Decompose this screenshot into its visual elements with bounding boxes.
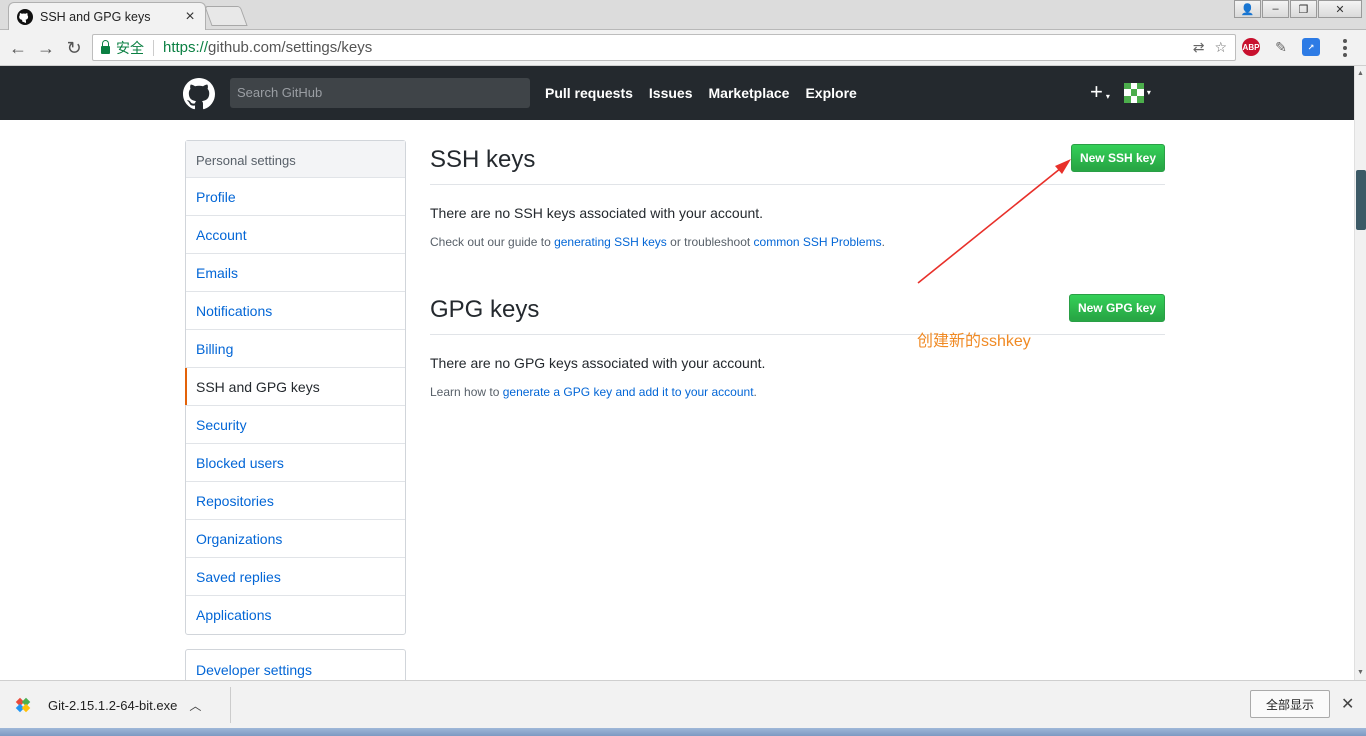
sidebar-item-repositories[interactable]: Repositories [186, 482, 405, 520]
reload-icon[interactable]: ↻ [63, 37, 85, 59]
download-filename: Git-2.15.1.2-64-bit.exe [48, 697, 178, 713]
sidebar-item-notifications[interactable]: Notifications [186, 292, 405, 330]
create-new-dropdown[interactable]: + ▾ [1090, 81, 1110, 104]
sidebar-item-saved-replies[interactable]: Saved replies [186, 558, 405, 596]
github-search-input[interactable]: Search GitHub [230, 78, 530, 108]
nav-pull-requests[interactable]: Pull requests [545, 85, 633, 101]
browser-tab-title: SSH and GPG keys [40, 9, 151, 24]
new-tab-button[interactable] [204, 6, 248, 26]
github-header-actions: + ▾ ▾ [1090, 81, 1151, 104]
sidebar-item-billing[interactable]: Billing [186, 330, 405, 368]
gpg-keys-title: GPG keys [430, 296, 540, 323]
extension-icon[interactable]: ✎ [1272, 38, 1290, 56]
scrollbar-thumb[interactable] [1356, 170, 1366, 230]
user-menu-dropdown[interactable]: ▾ [1123, 82, 1151, 103]
translate-icon[interactable]: ⇄ [1193, 39, 1205, 56]
show-all-downloads-button[interactable]: 全部显示 [1250, 690, 1330, 718]
ssh-note-middle: or troubleshoot [666, 235, 754, 249]
back-arrow-icon[interactable]: ← [7, 37, 29, 59]
address-separator [153, 39, 154, 56]
secure-label: 安全 [116, 39, 144, 56]
close-download-bar-icon[interactable]: ✕ [1341, 694, 1354, 714]
ssh-help-note: Check out our guide to generating SSH ke… [430, 235, 885, 249]
ssh-divider [430, 184, 1165, 185]
scroll-down-icon[interactable]: ▼ [1357, 669, 1364, 676]
extension-icons: ABP ✎ ↗ [1242, 38, 1320, 56]
page-scrollbar[interactable]: ▲ ▼ [1354, 66, 1366, 680]
browser-tab[interactable]: SSH and GPG keys × [8, 2, 206, 30]
url-scheme: https:// [163, 39, 209, 56]
github-logo-icon[interactable] [183, 78, 215, 110]
browser-toolbar: ← → ↻ 安全 https:// github.com/settings/ke… [0, 30, 1366, 66]
github-header: Search GitHub Pull requests Issues Marke… [0, 66, 1354, 120]
ssh-keys-title: SSH keys [430, 146, 536, 173]
sidebar-header: Personal settings [186, 141, 405, 178]
address-bar[interactable]: 安全 https:// github.com/settings/keys ⇄ ☆ [92, 34, 1236, 61]
annotation-label: 创建新的sshkey [917, 333, 1031, 350]
forward-arrow-icon[interactable]: → [35, 37, 57, 59]
download-divider [230, 687, 231, 723]
gpg-help-note: Learn how to generate a GPG key and add … [430, 385, 757, 399]
bookmark-star-icon[interactable]: ☆ [1214, 39, 1227, 56]
nav-explore[interactable]: Explore [805, 85, 856, 101]
sidebar-item-security[interactable]: Security [186, 406, 405, 444]
lock-icon [101, 39, 110, 54]
gpg-divider [430, 334, 1165, 335]
gpg-note-suffix: . [753, 385, 757, 399]
restore-button[interactable]: ❐ [1290, 0, 1317, 18]
chevron-down-icon: ▾ [1105, 92, 1110, 101]
new-gpg-key-button[interactable]: New GPG key [1069, 294, 1165, 322]
scroll-up-icon[interactable]: ▲ [1357, 70, 1364, 77]
common-ssh-problems-link[interactable]: common SSH Problems [754, 235, 882, 249]
plus-icon: + [1090, 79, 1103, 104]
github-favicon-icon [17, 8, 33, 25]
browser-tab-strip: SSH and GPG keys × 👤 – ❐ ✕ [0, 0, 1366, 30]
extension-blue-icon[interactable]: ↗ [1302, 38, 1320, 56]
adblock-plus-icon[interactable]: ABP [1242, 38, 1260, 56]
chevron-up-icon[interactable]: ︿ [189, 697, 201, 714]
gpg-empty-message: There are no GPG keys associated with yo… [430, 355, 766, 371]
git-installer-icon [15, 697, 31, 713]
minimize-button[interactable]: – [1262, 0, 1289, 18]
windows-taskbar [0, 728, 1366, 736]
tab-close-icon[interactable]: × [183, 8, 197, 26]
ssh-note-suffix: . [881, 235, 885, 249]
avatar [1123, 82, 1144, 103]
ssh-note-prefix: Check out our guide to [430, 235, 555, 249]
sidebar-item-organizations[interactable]: Organizations [186, 520, 405, 558]
ssh-empty-message: There are no SSH keys associated with yo… [430, 205, 764, 221]
window-controls: 👤 – ❐ ✕ [1233, 0, 1362, 18]
sidebar-item-profile[interactable]: Profile [186, 178, 405, 216]
generating-ssh-keys-link[interactable]: generating SSH keys [554, 235, 667, 249]
url-path: github.com/settings/keys [208, 39, 373, 56]
close-window-button[interactable]: ✕ [1318, 0, 1362, 18]
sidebar-item-account[interactable]: Account [186, 216, 405, 254]
new-ssh-key-button[interactable]: New SSH key [1071, 144, 1165, 172]
nav-marketplace[interactable]: Marketplace [709, 85, 790, 101]
nav-issues[interactable]: Issues [649, 85, 693, 101]
sidebar-item-emails[interactable]: Emails [186, 254, 405, 292]
sidebar-item-applications[interactable]: Applications [186, 596, 405, 634]
chevron-down-icon: ▾ [1146, 88, 1151, 97]
settings-sidebar: Personal settings Profile Account Emails… [185, 140, 406, 635]
github-nav: Pull requests Issues Marketplace Explore [545, 85, 857, 101]
user-profile-icon[interactable]: 👤 [1234, 0, 1261, 18]
sidebar-item-blocked-users[interactable]: Blocked users [186, 444, 405, 482]
sidebar-item-ssh-gpg-keys[interactable]: SSH and GPG keys [185, 368, 405, 406]
generate-gpg-key-link[interactable]: generate a GPG key and add it to your ac… [503, 385, 754, 399]
browser-menu-icon[interactable] [1343, 39, 1347, 57]
gpg-note-prefix: Learn how to [430, 385, 503, 399]
download-bar: Git-2.15.1.2-64-bit.exe ︿ 全部显示 ✕ [0, 680, 1366, 728]
download-item[interactable]: Git-2.15.1.2-64-bit.exe ︿ [14, 691, 201, 719]
